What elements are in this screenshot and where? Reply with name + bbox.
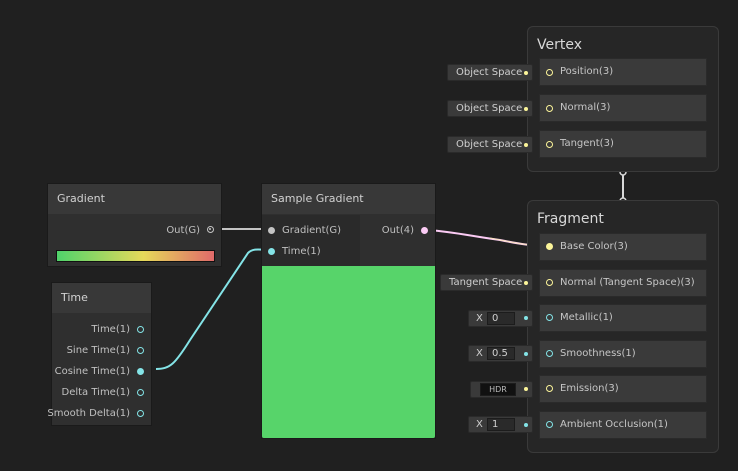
ao-value-field[interactable]: 1 [487, 418, 515, 431]
port-icon[interactable] [546, 105, 553, 112]
metallic-value-field[interactable]: 0 [487, 312, 515, 325]
fragment-slot-normal[interactable]: Normal (Tangent Space)(3) [539, 269, 707, 297]
slot-label: Base Color(3) [560, 241, 628, 252]
port-icon[interactable] [546, 69, 553, 76]
fragment-slot-metallic[interactable]: Metallic(1) [539, 304, 707, 332]
slot-label: Normal (Tangent Space)(3) [560, 277, 695, 288]
time-node[interactable]: Time Time(1) Sine Time(1) Cosine Time(1)… [47, 282, 152, 426]
delta-time-output-label: Delta Time(1) [61, 387, 131, 398]
gradient-color-bar[interactable] [56, 250, 215, 262]
sample-output-label: Out(4) [381, 225, 414, 236]
slot-label: Position(3) [560, 66, 614, 77]
port-icon[interactable] [546, 314, 553, 321]
tangent-space-dropdown[interactable]: Tangent Space [440, 274, 533, 291]
gradient-node[interactable]: Gradient Out(G) [47, 183, 222, 267]
vertex-slot-tangent[interactable]: Tangent(3) [539, 130, 707, 158]
sine-time-output-label: Sine Time(1) [66, 345, 130, 356]
fragment-slot-ambient-occlusion[interactable]: Ambient Occlusion(1) [539, 411, 707, 439]
fragment-slot-smoothness[interactable]: Smoothness(1) [539, 340, 707, 368]
gradient-input-label: Gradient(G) [282, 225, 342, 236]
port-icon[interactable] [137, 347, 144, 354]
connector-dot [524, 387, 528, 391]
connector-dot [524, 423, 528, 427]
slot-label: Tangent(3) [560, 138, 614, 149]
hdr-color-field[interactable]: HDR [480, 383, 516, 396]
object-space-dropdown[interactable]: Object Space [447, 64, 533, 81]
smoothness-value-field[interactable]: 0.5 [487, 347, 515, 360]
vertex-title: Vertex [537, 37, 583, 53]
dropdown-value: Object Space [456, 139, 523, 150]
port-icon[interactable] [137, 389, 144, 396]
port-icon[interactable] [137, 326, 144, 333]
fragment-title: Fragment [537, 211, 604, 227]
axis-label: X [476, 419, 483, 430]
preview-panel[interactable] [262, 266, 435, 438]
axis-label: X [476, 313, 483, 324]
vertex-slot-position[interactable]: Position(3) [539, 58, 707, 86]
gradient-output-label: Out(G) [166, 225, 200, 236]
gradient-node-title: Gradient [48, 184, 221, 214]
connector-dot [524, 107, 528, 111]
object-space-dropdown[interactable]: Object Space [447, 136, 533, 153]
cosine-time-output-label: Cosine Time(1) [54, 366, 130, 377]
time-input-port-icon[interactable] [268, 248, 275, 255]
port-icon[interactable] [546, 243, 553, 250]
slot-label: Smoothness(1) [560, 348, 636, 359]
connector-dot [524, 352, 528, 356]
dropdown-value: Object Space [456, 67, 523, 78]
slot-label: Ambient Occlusion(1) [560, 419, 668, 430]
smooth-delta-output-label: Smooth Delta(1) [47, 408, 130, 419]
port-icon[interactable] [137, 368, 144, 375]
wire-cosine-time [155, 248, 269, 370]
sample-gradient-node[interactable]: Sample Gradient Gradient(G) Time(1) Out(… [261, 183, 436, 439]
fragment-slot-base-color[interactable]: Base Color(3) [539, 233, 707, 261]
port-icon[interactable] [546, 279, 553, 286]
time-input-label: Time(1) [282, 246, 321, 257]
port-icon[interactable] [546, 141, 553, 148]
axis-label: X [476, 348, 483, 359]
time-node-title: Time [52, 283, 151, 313]
slot-label: Normal(3) [560, 102, 611, 113]
time-output-label: Time(1) [91, 324, 130, 335]
dropdown-value: Tangent Space [449, 277, 523, 288]
connector-dot [524, 281, 528, 285]
gradient-output-port-icon[interactable] [207, 226, 214, 233]
port-icon[interactable] [546, 385, 553, 392]
connector-dot [524, 316, 528, 320]
slot-label: Emission(3) [560, 383, 619, 394]
fragment-slot-emission[interactable]: Emission(3) [539, 375, 707, 403]
sample-gradient-title: Sample Gradient [262, 184, 435, 214]
object-space-dropdown[interactable]: Object Space [447, 100, 533, 117]
gradient-input-port-icon[interactable] [268, 227, 275, 234]
connector-dot [524, 143, 528, 147]
port-icon[interactable] [546, 350, 553, 357]
sample-output-port-icon[interactable] [421, 227, 428, 234]
hdr-label: HDR [489, 385, 507, 394]
port-icon[interactable] [546, 421, 553, 428]
dropdown-value: Object Space [456, 103, 523, 114]
vertex-slot-normal[interactable]: Normal(3) [539, 94, 707, 122]
connector-dot [524, 71, 528, 75]
slot-label: Metallic(1) [560, 312, 613, 323]
port-icon[interactable] [137, 410, 144, 417]
